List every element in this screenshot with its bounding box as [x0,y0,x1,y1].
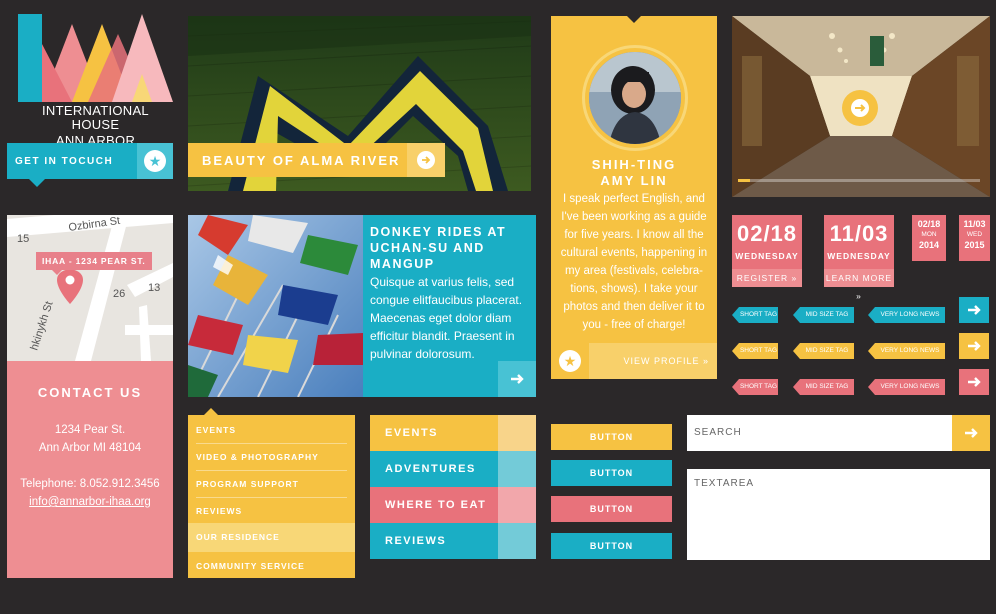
arrow-right-icon [968,341,981,351]
contact-phone: Telephone: 8.052.912.3456 [20,478,160,490]
tag-mid[interactable]: MID SIZE TAG [793,379,854,395]
hero-banner-title: BEAUTY OF ALMA RIVER [202,152,401,168]
arrow-right-icon [968,377,981,387]
nav-menu: EVENTS VIDEO & PHOTOGRAPHY PROGRAM SUPPO… [188,408,355,580]
get-in-touch-label: GET IN TOCUCH [15,155,114,167]
date-weekday: WED [966,231,983,238]
profile-first-name: SHIH-TING [591,157,677,172]
tag-long[interactable]: VERY LONG NEWS TAG [868,379,945,395]
menu-item-events[interactable]: EVENTS [188,417,355,444]
arrow-right-icon [851,99,869,117]
category-label: WHERE TO EAT [385,499,487,511]
register-link[interactable]: REGISTER » [732,269,802,287]
tag-mid[interactable]: MID SIZE TAG [793,307,854,323]
button-yellow[interactable]: BUTTON [551,424,672,450]
map-number-label: 15 [17,233,29,245]
date-badge: 11/03 WED 2015 [959,215,990,261]
date-card-register: 02/18 WEDNESDAY REGISTER » [732,215,802,287]
contact-title: CONTACT US [37,385,143,400]
search-bar: SEARCH [687,415,990,451]
date-value: 02/18 [736,221,798,246]
date-year: 2014 [918,240,940,250]
contact-email-link[interactable]: info@annarbor-ihaa.org [7,493,173,511]
hero-banner-button[interactable]: BEAUTY OF ALMA RIVER [188,143,445,177]
contact-address-line2: Ann Arbor MI 48104 [38,442,142,454]
video-progress-bar[interactable] [738,179,980,182]
tag-long[interactable]: VERY LONG NEWS TAG [868,343,945,359]
star-icon: ★ [144,150,166,172]
category-label: ADVENTURES [385,463,476,475]
category-adventures[interactable]: ADVENTURES [370,451,536,487]
map[interactable]: Ozbirna St hkinykh St 15 26 13 [7,215,173,361]
profile-bio: I speak perfect English, and I've been w… [560,193,708,331]
tag-short[interactable]: SHORT TAG [732,379,778,395]
tag-long[interactable]: VERY LONG NEWS TAG [868,307,945,323]
view-profile-link[interactable]: VIEW PROFILE » [589,343,717,379]
tag-short[interactable]: SHORT TAG [732,307,778,323]
button-pink[interactable]: BUTTON [551,496,672,522]
category-where-to-eat[interactable]: WHERE TO EAT [370,487,536,523]
avatar [589,52,681,144]
tag-arrow-button[interactable] [959,333,989,359]
play-button[interactable] [842,90,878,126]
map-location-tag: IHAA - 1234 PEAR ST. [36,252,152,275]
tag-arrow-button[interactable] [959,369,989,395]
menu-item-video-photography[interactable]: VIDEO & PHOTOGRAPHY [188,444,355,471]
message-textarea[interactable]: TEXTAREA [687,469,990,560]
article-card: DONKEY RIDES AT UCHAN-SU AND MANGUP Quis… [363,215,536,397]
profile-last-name: AMY LIN [600,173,668,188]
video-progress-fill [738,179,751,182]
menu-item-community-service[interactable]: COMMUNITY SERVICE [188,553,355,580]
menu-item-program-support[interactable]: PROGRAM SUPPORT [188,471,355,498]
tag-mid[interactable]: MID SIZE TAG [793,343,854,359]
date-value: 11/03 [829,221,889,246]
menu-item-reviews[interactable]: REVIEWS [188,498,355,525]
date-value: 02/18 [917,219,941,229]
favorite-button[interactable]: ★ [551,343,589,379]
learn-more-link[interactable]: LEARN MORE » [824,269,894,301]
profile-card: SHIH-TING AMY LIN I speak perfect Englis… [551,16,717,379]
date-weekday: WEDNESDAY [827,251,891,261]
category-reviews[interactable]: REVIEWS [370,523,536,559]
menu-item-our-residence[interactable]: OUR RESIDENCE [188,523,355,552]
date-card-learn-more: 11/03 WEDNESDAY LEARN MORE » [824,215,894,301]
category-events[interactable]: EVENTS [370,415,536,451]
button-teal[interactable]: BUTTON [551,460,672,486]
category-label: EVENTS [385,427,439,439]
tag-short[interactable]: SHORT TAG [732,343,778,359]
avatar-frame [582,45,688,151]
date-year: 2015 [964,240,985,250]
button-teal-2[interactable]: BUTTON [551,533,672,559]
star-icon: ★ [559,350,581,372]
arrow-right-icon [511,374,524,384]
search-submit-button[interactable] [952,415,990,451]
flags-image [188,215,363,397]
logo[interactable]: INTERNATIONAL HOUSE ANN ARBOR [18,14,173,148]
logo-title-line1: INTERNATIONAL HOUSE [42,103,149,132]
date-value: 11/03 [963,219,986,229]
map-number-label: 26 [113,288,125,300]
category-label: REVIEWS [385,535,447,547]
map-number-label: 13 [148,282,160,294]
contact-address-line1: 1234 Pear St. [54,424,126,436]
tag-arrow-button[interactable] [959,297,989,323]
get-in-touch-button[interactable]: GET IN TOCUCH ★ [7,143,173,187]
article-body: Quisque at varius felis, sed congue elit… [370,275,523,361]
arrow-right-icon [965,428,978,438]
search-input[interactable]: SEARCH [687,415,952,451]
article-read-more-button[interactable] [498,361,536,397]
date-weekday: MON [921,231,937,238]
date-badge: 02/18 MON 2014 [912,215,946,261]
date-weekday: WEDNESDAY [735,251,799,261]
contact-card: CONTACT US 1234 Pear St. Ann Arbor MI 48… [7,361,173,578]
arrow-right-icon [417,151,435,169]
logo-mark-icon [18,14,173,102]
arrow-right-icon [968,305,981,315]
article-title: DONKEY RIDES AT UCHAN-SU AND MANGUP [370,225,507,271]
